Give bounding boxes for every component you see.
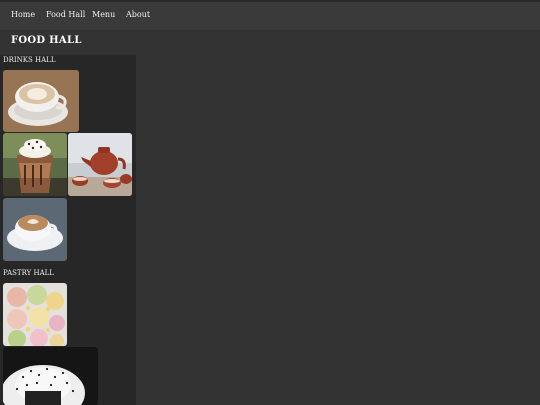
gallery-panel: DRINKS HALL PASTRY HALL <box>0 55 136 405</box>
drinks-hall-heading: DRINKS HALL <box>3 56 56 64</box>
top-navbar: Home Food Hall Menu About <box>0 0 540 30</box>
nav-food-hall-link[interactable]: Food Hall <box>46 10 85 19</box>
sesame-rice-balls-photo[interactable] <box>3 347 98 405</box>
cappuccino-photo[interactable] <box>3 198 67 261</box>
nav-about-link[interactable]: About <box>126 10 150 19</box>
nav-home-link[interactable]: Home <box>11 10 35 19</box>
latte-art-photo[interactable] <box>3 70 79 132</box>
pastry-buns-photo[interactable] <box>3 283 67 346</box>
pastry-hall-heading: PASTRY HALL <box>3 269 54 277</box>
iced-chocolate-photo[interactable] <box>3 133 67 196</box>
teapot-photo[interactable] <box>68 133 132 196</box>
nav-menu-link[interactable]: Menu <box>92 10 115 19</box>
page-title: FOOD HALL <box>11 35 82 46</box>
